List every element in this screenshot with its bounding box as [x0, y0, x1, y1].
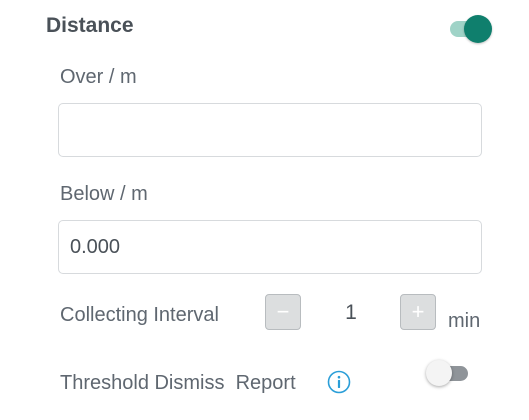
- below-label: Below / m: [60, 183, 148, 205]
- info-circle-icon[interactable]: [327, 370, 351, 394]
- below-input[interactable]: [58, 220, 482, 274]
- section-title: Distance: [46, 14, 134, 37]
- over-input[interactable]: [58, 103, 482, 157]
- threshold-dismiss-report-toggle[interactable]: [424, 359, 472, 389]
- distance-settings-panel: Distance Over / m Below / m Collecting I…: [0, 0, 529, 420]
- toggle-knob: [464, 15, 492, 43]
- interval-unit-label: min: [448, 310, 481, 332]
- distance-enable-toggle[interactable]: [448, 14, 496, 44]
- increment-button[interactable]: +: [400, 294, 436, 330]
- decrement-button[interactable]: −: [265, 294, 301, 330]
- collecting-interval-value: 1: [345, 301, 357, 324]
- threshold-dismiss-report-label: Threshold Dismiss Report: [60, 372, 296, 394]
- collecting-interval-label: Collecting Interval: [60, 304, 219, 326]
- over-label: Over / m: [60, 66, 137, 88]
- toggle-knob: [426, 360, 452, 386]
